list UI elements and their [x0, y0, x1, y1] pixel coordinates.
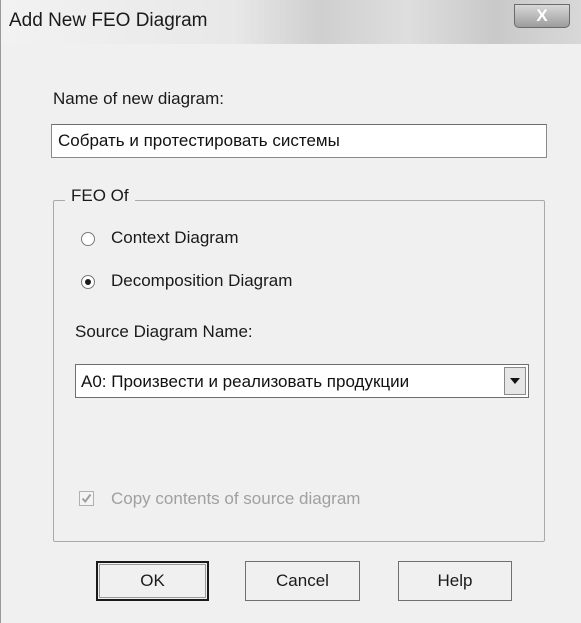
source-diagram-select[interactable]: A0: Произвести и реализовать продукции: [75, 364, 529, 398]
chevron-down-icon: [510, 378, 520, 384]
decomposition-diagram-radio[interactable]: [81, 275, 95, 289]
add-feo-dialog: Add New FEO Diagram X Name of new diagra…: [0, 0, 581, 623]
check-icon: [81, 493, 92, 504]
ok-button[interactable]: OK: [96, 561, 209, 601]
context-diagram-label[interactable]: Context Diagram: [111, 228, 239, 248]
ok-button-label: OK: [140, 571, 165, 590]
decomposition-diagram-label[interactable]: Decomposition Diagram: [111, 271, 292, 291]
close-button[interactable]: X: [514, 4, 570, 28]
copy-contents-label: Copy contents of source diagram: [111, 489, 361, 508]
copy-contents-checkbox[interactable]: [79, 491, 94, 506]
source-diagram-label: Source Diagram Name:: [75, 322, 253, 341]
feo-of-legend: FEO Of: [65, 186, 135, 206]
help-button-label: Help: [437, 571, 473, 590]
context-diagram-radio[interactable]: [81, 232, 95, 246]
title-bar[interactable]: Add New FEO Diagram X: [1, 0, 581, 44]
help-button[interactable]: Help: [398, 561, 512, 601]
dropdown-arrow-button[interactable]: [504, 367, 526, 395]
name-field-label: Name of new diagram:: [53, 89, 225, 108]
close-icon: X: [536, 6, 548, 25]
source-diagram-value: A0: Произвести и реализовать продукции: [81, 372, 410, 391]
cancel-button-label: Cancel: [276, 571, 329, 590]
dialog-title: Add New FEO Diagram: [9, 10, 208, 31]
cancel-button[interactable]: Cancel: [245, 561, 360, 601]
diagram-name-input[interactable]: Собрать и протестировать системы: [51, 124, 547, 158]
radio-selected-dot: [85, 279, 91, 285]
